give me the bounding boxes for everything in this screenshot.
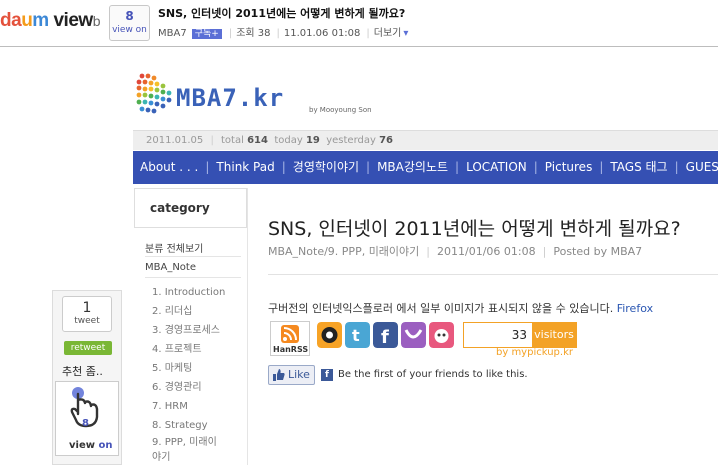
twitter-share-icon[interactable]: t — [345, 322, 370, 348]
stat-total-label: total — [221, 135, 244, 146]
site-logo-text: MBA7.kr — [176, 84, 285, 112]
tweet-label: tweet — [74, 316, 100, 326]
view-on-label: view on — [69, 440, 113, 451]
category-item[interactable]: 6. 경영관리 — [152, 378, 244, 397]
post-meta: MBA_Note/9. PPP, 미래이야기 | 2011/01/06 01:08 |… — [268, 245, 643, 258]
post-title[interactable]: SNS, 인터넷이 2011년에는 어떻게 변하게 될까요? — [268, 214, 681, 241]
hanrss-button[interactable]: HanRSS — [270, 321, 310, 356]
nav-location[interactable]: LOCATION — [459, 151, 534, 184]
facebook-share-icon[interactable]: f — [373, 322, 398, 348]
view-count: 8 — [125, 9, 134, 23]
logo-part: m — [32, 10, 49, 31]
like-status-text: Be the first of your friends to like thi… — [338, 369, 528, 380]
category-all[interactable]: 분류 전체보기 — [145, 240, 203, 255]
retweet-button[interactable]: retweet — [64, 341, 112, 355]
svg-text:t: t — [352, 326, 360, 345]
logo-part: u — [21, 10, 33, 31]
post-author: Posted by MBA7 — [553, 245, 643, 258]
category-mba-note[interactable]: MBA_Note — [145, 262, 196, 273]
category-item[interactable]: 9. PPP, 미래이 — [152, 435, 244, 450]
mixsh-share-icon[interactable] — [317, 322, 342, 348]
view-on-count: 8 — [82, 418, 89, 429]
more-button[interactable]: 더보기 — [374, 28, 409, 39]
facebook-small-icon: f — [321, 369, 333, 381]
share-widget: 1 tweet retweet 추천 좀.. 8 view on — [52, 290, 122, 465]
category-item[interactable]: 8. Strategy — [152, 416, 244, 435]
rss-icon — [281, 325, 299, 343]
category-item[interactable]: 4. 프로젝트 — [152, 340, 244, 359]
yozm-share-icon[interactable] — [401, 322, 426, 348]
category-item[interactable]: 7. HRM — [152, 397, 244, 416]
tweet-count: 1 — [82, 300, 92, 316]
top-article-meta: MBA7 구독+ | 조회 38 | 11.01.06 01:08 | 더보기 — [158, 24, 410, 39]
nav-about[interactable]: About . . . — [133, 151, 205, 184]
daum-view-bar: daum viewb 8 view on SNS, 인터넷이 2011년에는 어… — [0, 0, 718, 47]
blog-name[interactable]: MBA7 — [158, 28, 187, 39]
logo-tail: b — [92, 13, 101, 29]
sidebar: category 분류 전체보기 MBA_Note 1. Introductio… — [133, 188, 248, 465]
divider — [145, 277, 241, 278]
stat-date: 2011.01.05 — [146, 135, 204, 146]
view-on-button[interactable]: 8 view on — [55, 381, 119, 456]
hanrss-label: HanRSS — [273, 345, 309, 354]
nav-tags[interactable]: TAGS 태그 — [603, 151, 674, 184]
main-nav: About . . . | Think Pad | 경영학이야기 | MBA강의노트 | LOC… — [133, 151, 718, 184]
stat-total: 614 — [247, 135, 268, 146]
recommend-label: 추천 좀.. — [62, 365, 103, 378]
like-label: Like — [288, 368, 310, 381]
facebook-like-button[interactable]: Like — [268, 365, 315, 385]
visitor-source[interactable]: by mypickup.kr — [496, 347, 573, 358]
category-heading: category — [134, 188, 247, 228]
subscribe-button[interactable]: 구독+ — [191, 29, 222, 39]
stat-yesterday: 76 — [379, 135, 394, 146]
thumbs-up-icon — [273, 369, 285, 381]
logo-part: da — [0, 10, 22, 31]
visitor-stat-bar: 2011.01.05 | total 614 today 19 yesterda… — [133, 130, 718, 150]
post-datetime: 2011/01/06 01:08 — [437, 245, 536, 258]
svg-text:f: f — [381, 327, 389, 348]
visitor-label: visitors — [532, 323, 576, 347]
category-item[interactable]: 야기 — [152, 450, 244, 465]
me2day-share-icon[interactable] — [429, 322, 454, 348]
view-on-counter[interactable]: 8 view on — [109, 5, 150, 41]
nav-mba-notes[interactable]: MBA강의노트 — [370, 151, 455, 184]
category-item[interactable]: 1. Introduction — [152, 283, 244, 302]
divider — [145, 256, 241, 257]
category-item[interactable]: 2. 리더십 — [152, 302, 244, 321]
browser-notice: 구버전의 인터넷익스플로러 에서 일부 이미지가 표시되지 않을 수 있습니다.… — [268, 302, 654, 315]
category-item[interactable]: 5. 마케팅 — [152, 359, 244, 378]
category-item[interactable]: 3. 경영프로세스 — [152, 321, 244, 340]
nav-pictures[interactable]: Pictures — [538, 151, 600, 184]
daum-view-logo[interactable]: daum viewb — [0, 10, 101, 32]
divider — [268, 274, 718, 275]
stat-yesterday-label: yesterday — [326, 135, 376, 146]
stat-today-label: today — [274, 135, 303, 146]
dot-logo-icon — [136, 73, 172, 114]
nav-management-stories[interactable]: 경영학이야기 — [286, 151, 366, 184]
logo-view: view — [53, 10, 93, 31]
tweet-counter[interactable]: 1 tweet — [62, 296, 112, 332]
firefox-link[interactable]: Firefox — [617, 302, 653, 315]
category-list: 1. Introduction 2. 리더십 3. 경영프로세스 4. 프로젝트… — [152, 283, 244, 465]
stat-today: 19 — [305, 135, 320, 146]
post-datetime: 11.01.06 01:08 — [283, 28, 361, 39]
top-article-title[interactable]: SNS, 인터넷이 2011년에는 어떻게 변하게 될까요? — [158, 5, 405, 21]
visitor-counter: 33 visitors — [463, 322, 577, 348]
nav-think-pad[interactable]: Think Pad — [209, 151, 281, 184]
visitor-count: 33 — [511, 328, 527, 342]
post-category[interactable]: MBA_Note/9. PPP, 미래이야기 — [268, 245, 419, 258]
site-byline: by Mooyoung Son — [309, 106, 372, 114]
view-stat: 조회 38 — [236, 28, 271, 39]
view-on-label: view on — [112, 25, 147, 35]
nav-guest[interactable]: GUEST — [679, 151, 718, 184]
